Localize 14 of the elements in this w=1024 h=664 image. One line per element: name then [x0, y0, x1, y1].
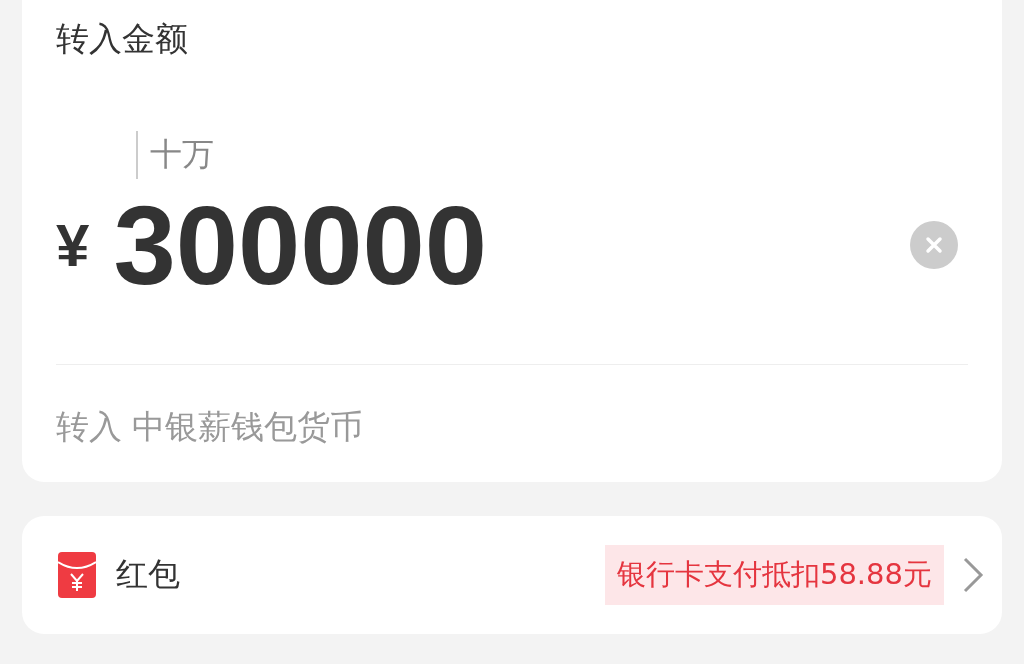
- chevron-right-icon: [962, 556, 984, 594]
- envelope-icon: [58, 552, 96, 598]
- discount-tag: 银行卡支付抵扣58.88元: [604, 545, 944, 605]
- currency-symbol: ¥: [56, 210, 90, 280]
- bonus-packet-label: 红包: [116, 554, 181, 595]
- unit-hint: 十万: [150, 134, 214, 175]
- amount-input[interactable]: 300000: [113, 180, 910, 310]
- destination-text: 转入 中银薪钱包货币: [56, 406, 365, 448]
- close-icon: [924, 235, 944, 255]
- text-cursor: [136, 131, 138, 179]
- chevron-button[interactable]: [962, 556, 984, 594]
- bonus-packet-row[interactable]: 红包 银行卡支付抵扣58.88元: [22, 516, 1002, 634]
- clear-button[interactable]: [910, 221, 958, 269]
- section-title: 转入金额: [56, 18, 189, 60]
